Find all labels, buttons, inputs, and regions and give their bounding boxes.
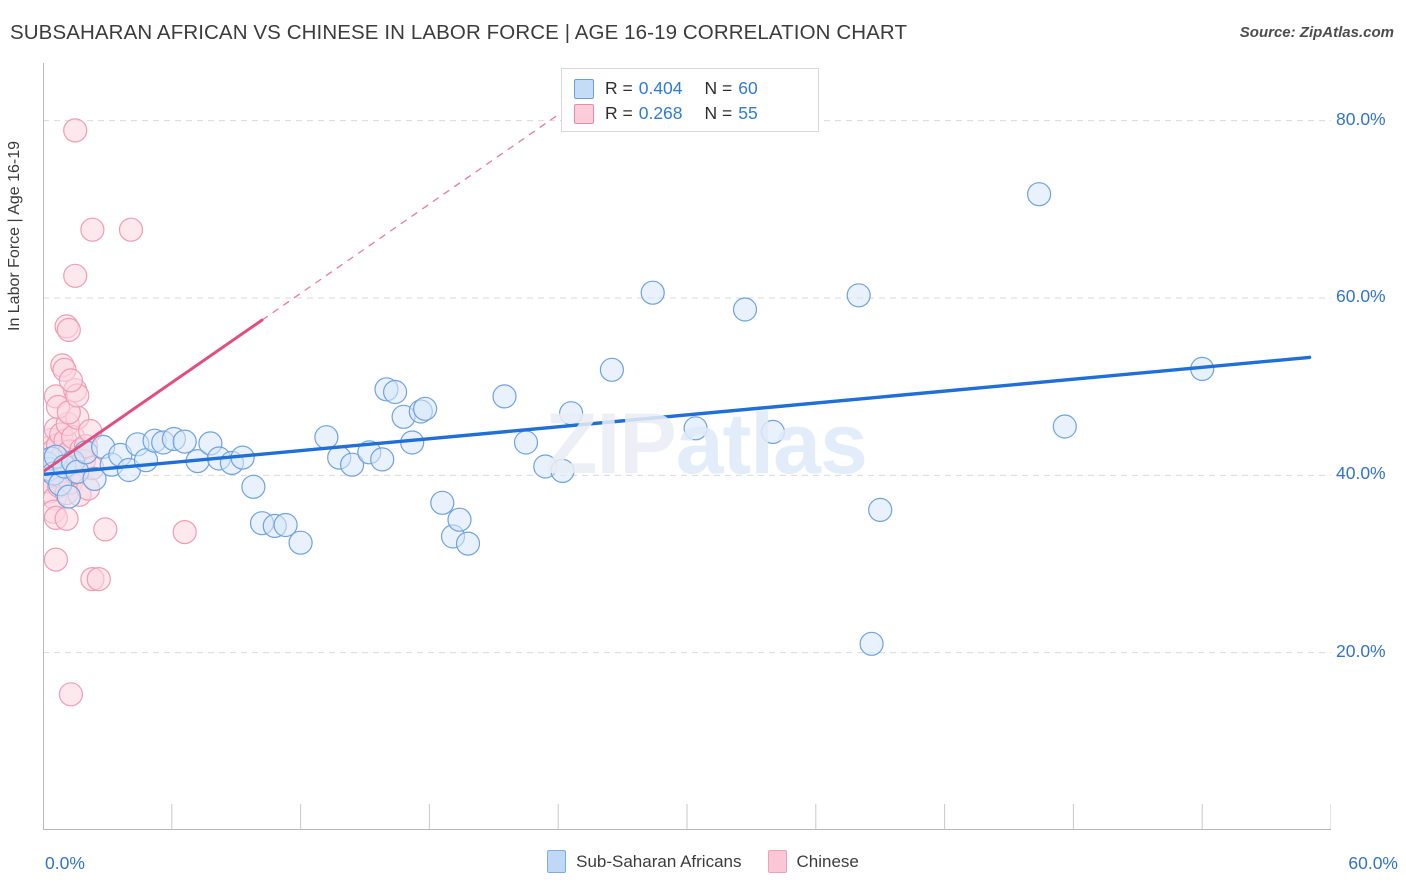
plot-canvas [43,63,1331,830]
blue-swatch-icon [574,78,594,99]
data-point-chinese [86,566,111,592]
x-axis-ticks [43,804,1331,830]
data-point-subsaharan [846,283,871,308]
r-value-pink: 0.268 [638,103,683,123]
trendlines [43,111,1312,477]
stats-row-subsaharan: R = 0.404 N = 60 [574,76,808,101]
data-point-chinese [56,317,81,342]
data-point-subsaharan [56,484,81,509]
r-value-blue: 0.404 [638,78,683,98]
y-tick-label: 40.0% [1336,463,1386,484]
trendline-extension [261,111,563,321]
data-point-chinese [58,368,83,393]
pink-swatch-icon [574,103,594,124]
legend-chip-pink-icon [767,850,787,873]
data-point-subsaharan [172,429,197,454]
data-point-chinese [172,520,197,545]
source-attribution: Source: ZipAtlas.com [1239,24,1394,41]
data-point-chinese [63,118,88,143]
y-axis-title: In Labor Force | Age 16-19 [6,140,23,331]
y-tick-label: 60.0% [1336,285,1386,306]
data-point-subsaharan [455,531,481,556]
legend-item-chinese[interactable]: Chinese [767,850,859,873]
legend-label-chinese: Chinese [796,851,859,871]
data-point-subsaharan [550,458,575,483]
r-label-pink: R = [605,103,633,123]
n-label-blue: N = [704,78,733,98]
legend-label-subsaharan: Sub-Saharan Africans [576,851,742,871]
data-point-subsaharan [492,384,517,409]
correlation-stats-box: R = 0.404 N = 60 R = 0.268 N = 55 [561,68,819,132]
y-tick-label: 80.0% [1336,108,1386,129]
data-point-subsaharan [760,419,786,444]
data-point-subsaharan [288,530,313,555]
data-point-chinese [118,217,144,242]
page-title: SUBSAHARAN AFRICAN VS CHINESE IN LABOR F… [10,21,908,44]
scatter-plot-area [43,63,1331,830]
data-point-subsaharan [314,425,339,450]
legend-item-subsaharan[interactable]: Sub-Saharan Africans [547,850,742,873]
data-point-subsaharan [513,430,539,455]
data-point-chinese [63,263,88,288]
data-point-subsaharan [383,379,408,405]
data-point-subsaharan [1052,414,1077,439]
series-legend: Sub-Saharan Africans Chinese [0,850,1406,873]
data-point-subsaharan [683,416,708,441]
data-point-subsaharan [868,497,893,522]
data-point-subsaharan [558,401,584,426]
data-point-subsaharan [640,280,665,305]
data-point-subsaharan [413,396,438,421]
data-point-subsaharan [732,297,758,322]
data-point-chinese [43,547,68,572]
r-label-blue: R = [605,78,633,98]
n-value-pink: 55 [738,103,758,123]
trendline-subsaharan [43,355,1312,477]
data-point-chinese [54,506,79,531]
data-point-chinese [80,217,105,242]
y-tick-label: 20.0% [1336,640,1386,661]
data-point-subsaharan [859,631,884,656]
gridlines [43,120,1331,654]
data-point-subsaharan [370,447,395,472]
legend-chip-blue-icon [547,850,567,873]
data-point-subsaharan [430,490,455,515]
data-point-chinese [58,682,83,707]
n-value-blue: 60 [738,78,758,98]
n-label-pink: N = [704,103,733,123]
data-point-subsaharan [1026,182,1052,207]
data-point-subsaharan [241,474,266,499]
data-point-subsaharan [447,507,472,532]
data-point-chinese [93,517,118,542]
chinese-points [43,118,197,707]
data-point-subsaharan [599,357,625,382]
stats-row-chinese: R = 0.268 N = 55 [574,101,808,126]
